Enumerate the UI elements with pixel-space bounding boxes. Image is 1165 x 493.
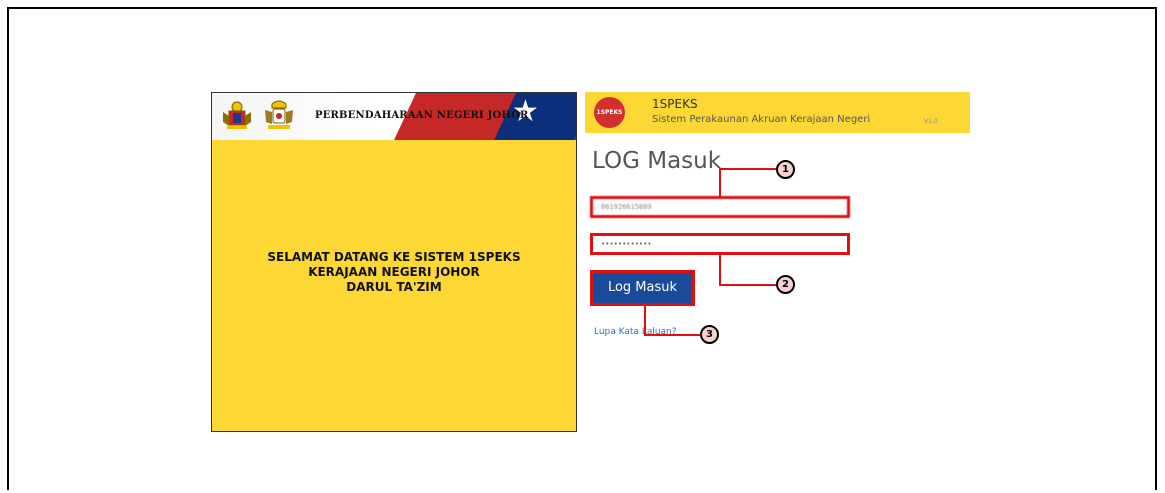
callout-line	[644, 334, 701, 336]
username-field[interactable]: 061926615889	[590, 196, 850, 218]
login-title: LOG Masuk	[592, 148, 722, 174]
callout-badge-3: 3	[700, 325, 719, 344]
malaysia-coat-of-arms-icon	[223, 101, 251, 129]
johor-banner: ★ PERBENDAHARAAN NEGERI JOHOR	[212, 93, 576, 140]
welcome-line: DARUL TA'ZIM	[346, 280, 442, 294]
welcome-line: KERAJAAN NEGERI JOHOR	[308, 265, 480, 279]
welcome-message: SELAMAT DATANG KE SISTEM 1SPEKS KERAJAAN…	[212, 250, 576, 295]
app-logo: 1SPEKS	[594, 97, 625, 128]
password-field[interactable]: ••••••••••••	[590, 233, 850, 255]
banner-title: PERBENDAHARAAN NEGERI JOHOR	[315, 110, 529, 121]
callout-line	[719, 255, 721, 285]
app-version: V1.0	[924, 118, 938, 125]
callout-line	[719, 168, 777, 170]
welcome-panel: ★ PERBENDAHARAAN NEGERI JOHOR SELAMAT DA…	[211, 92, 577, 432]
login-button[interactable]: Log Masuk	[590, 270, 695, 306]
app-header: 1SPEKS 1SPEKS Sistem Perakaunan Akruan K…	[585, 92, 970, 133]
welcome-line: SELAMAT DATANG KE SISTEM 1SPEKS	[267, 250, 521, 264]
callout-line	[719, 168, 721, 197]
callout-line	[644, 305, 646, 335]
app-subtitle: Sistem Perakaunan Akruan Kerajaan Negeri	[652, 114, 871, 125]
johor-coat-of-arms-icon	[265, 100, 293, 129]
callout-badge-2: 2	[776, 275, 795, 294]
screenshot-frame	[7, 7, 1157, 490]
callout-badge-1: 1	[776, 160, 795, 179]
app-name: 1SPEKS	[652, 97, 698, 111]
callout-line	[719, 284, 777, 286]
